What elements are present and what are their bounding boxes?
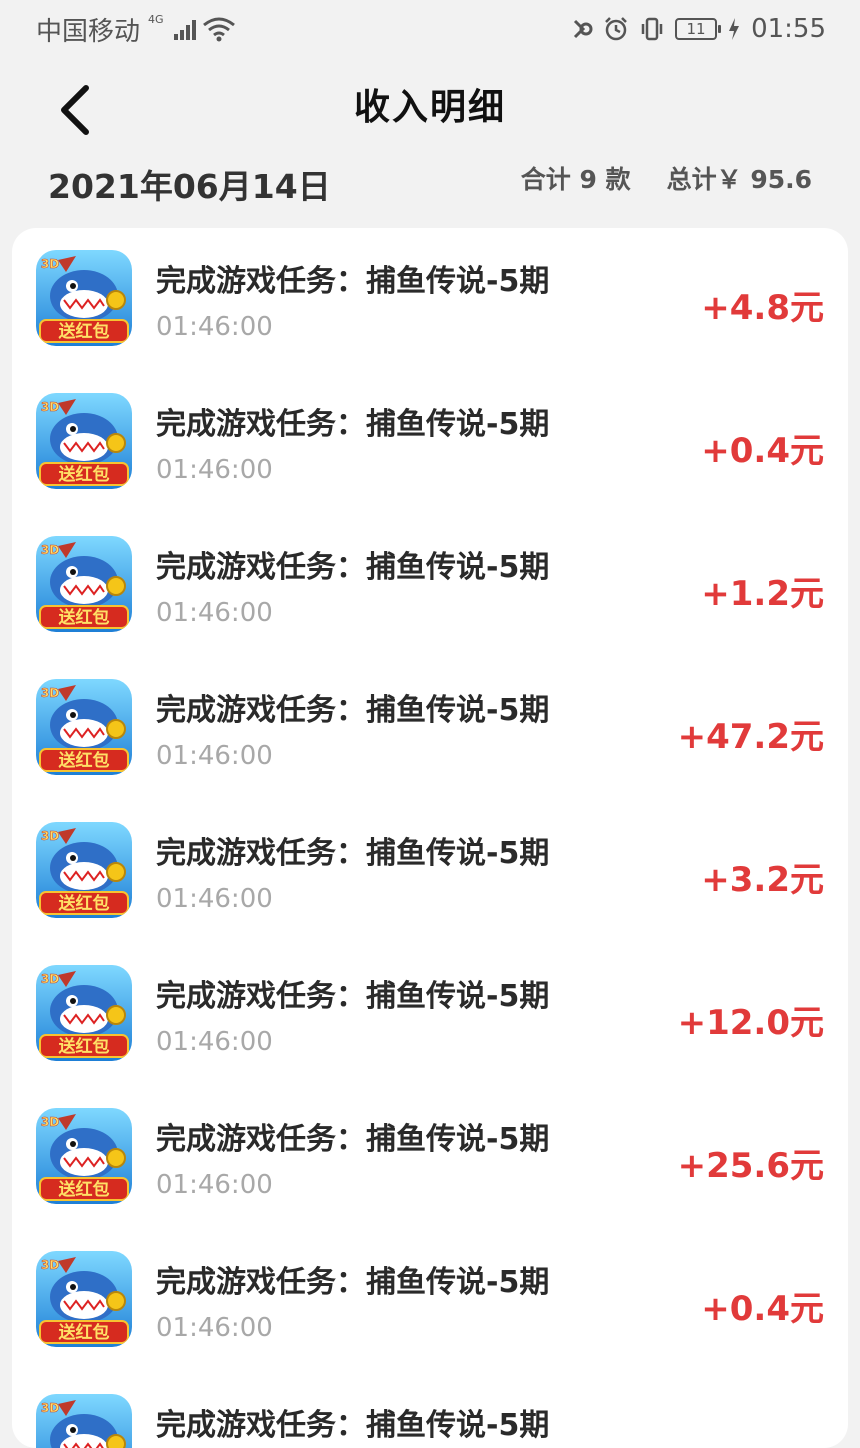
item-title: 完成游戏任务：捕鱼传说-5期 (156, 1408, 550, 1443)
icon-badge-text: 送红包 (59, 1179, 110, 1200)
icon-badge-text: 送红包 (59, 750, 110, 771)
item-amount: +3.2元 (701, 860, 824, 900)
item-amount: +12.0元 (677, 1003, 824, 1043)
item-title: 完成游戏任务：捕鱼传说-5期 (156, 693, 550, 728)
list-item[interactable]: 送红包 3D 完成游戏任务：捕鱼传说-5期 01:46:00 +25.6元 (12, 1086, 848, 1229)
item-time: 01:46:00 (156, 455, 273, 485)
battery-level: 11 (686, 20, 706, 38)
icon-tag-text: 3D (41, 829, 59, 843)
item-title: 完成游戏任务：捕鱼传说-5期 (156, 979, 550, 1014)
icon-tag-text: 3D (41, 1115, 59, 1129)
summary-date: 2021年06月14日 (48, 167, 331, 206)
item-amount: +4.8元 (701, 288, 824, 328)
item-title: 完成游戏任务：捕鱼传说-5期 (156, 264, 550, 299)
wifi-icon (202, 16, 236, 42)
game-app-icon: 送红包 3D (36, 965, 132, 1061)
item-time: 01:46:00 (156, 884, 273, 914)
status-bar: 中国移动 4G 11 01:55 (0, 0, 860, 58)
vibrate-icon (639, 16, 665, 42)
list-item[interactable]: 送红包 3D 完成游戏任务：捕鱼传说-5期 01:46:00 +1.2元 (12, 514, 848, 657)
summary-totals: 合计 9 款 总计￥ 95.6 (521, 160, 812, 196)
game-app-icon: 送红包 3D (36, 1251, 132, 1347)
nfc-icon (571, 17, 593, 41)
list-item[interactable]: 送红包 3D 完成游戏任务：捕鱼传说-5期 01:46:00 +0.4元 (12, 1229, 848, 1372)
summary-row: 2021年06月14日 合计 9 款 总计￥ 95.6 (0, 150, 860, 214)
carrier-name: 中国移动 (36, 16, 141, 47)
icon-tag-text: 3D (41, 543, 59, 557)
summary-count: 合计 9 款 (520, 165, 631, 194)
item-amount: +0.4元 (701, 1289, 824, 1329)
item-title: 完成游戏任务：捕鱼传说-5期 (156, 1265, 550, 1300)
item-title: 完成游戏任务：捕鱼传说-5期 (156, 1122, 550, 1157)
item-amount: +0.4元 (701, 431, 824, 471)
game-app-icon: 送红包 3D (36, 536, 132, 632)
icon-tag-text: 3D (41, 1258, 59, 1272)
icon-tag-text: 3D (41, 257, 59, 271)
icon-badge-text: 送红包 (59, 321, 110, 342)
list-item[interactable]: 送红包 3D 完成游戏任务：捕鱼传说-5期 (12, 1372, 848, 1448)
alarm-icon (603, 16, 629, 42)
list-item[interactable]: 送红包 3D 完成游戏任务：捕鱼传说-5期 01:46:00 +12.0元 (12, 943, 848, 1086)
page-title: 收入明细 (353, 87, 506, 128)
list-item[interactable]: 送红包 3D 完成游戏任务：捕鱼传说-5期 01:46:00 +3.2元 (12, 800, 848, 943)
icon-badge-text: 送红包 (59, 1322, 110, 1343)
game-app-icon: 送红包 3D (36, 250, 132, 346)
item-time: 01:46:00 (156, 1027, 273, 1057)
income-list: 送红包 3D 完成游戏任务：捕鱼传说-5期 01:46:00 +4.8元 送红包… (12, 228, 848, 1448)
item-amount: +47.2元 (677, 717, 824, 757)
charging-icon (727, 17, 741, 41)
list-item[interactable]: 送红包 3D 完成游戏任务：捕鱼传说-5期 01:46:00 +4.8元 (12, 228, 848, 371)
item-title: 完成游戏任务：捕鱼传说-5期 (156, 407, 550, 442)
game-app-icon: 送红包 3D (36, 393, 132, 489)
item-time: 01:46:00 (156, 312, 273, 342)
icon-badge-text: 送红包 (59, 607, 110, 628)
game-app-icon: 送红包 3D (36, 679, 132, 775)
icon-tag-text: 3D (41, 972, 59, 986)
icon-badge-text: 送红包 (59, 1036, 110, 1057)
status-left: 中国移动 4G (36, 11, 236, 48)
status-right: 11 01:55 (571, 14, 826, 44)
item-time: 01:46:00 (156, 1170, 273, 1200)
nav-bar: 收入明细 (0, 58, 860, 148)
network-type: 4G (148, 12, 164, 26)
item-time: 01:46:00 (156, 1313, 273, 1343)
icon-tag-text: 3D (41, 1401, 59, 1415)
icon-tag-text: 3D (41, 686, 59, 700)
item-amount: +1.2元 (701, 574, 824, 614)
item-title: 完成游戏任务：捕鱼传说-5期 (156, 836, 550, 871)
game-app-icon: 送红包 3D (36, 1108, 132, 1204)
game-app-icon: 送红包 3D (36, 822, 132, 918)
icon-tag-text: 3D (41, 400, 59, 414)
list-item[interactable]: 送红包 3D 完成游戏任务：捕鱼传说-5期 01:46:00 +47.2元 (12, 657, 848, 800)
icon-badge-text: 送红包 (59, 464, 110, 485)
item-amount: +25.6元 (677, 1146, 824, 1186)
signal-icon (173, 18, 196, 40)
summary-total: 总计￥ 95.6 (666, 165, 812, 194)
list-item[interactable]: 送红包 3D 完成游戏任务：捕鱼传说-5期 01:46:00 +0.4元 (12, 371, 848, 514)
clock: 01:55 (751, 14, 826, 44)
game-app-icon: 送红包 3D (36, 1394, 132, 1448)
battery-icon: 11 (675, 18, 722, 40)
item-time: 01:46:00 (156, 598, 273, 628)
item-time: 01:46:00 (156, 741, 273, 771)
item-title: 完成游戏任务：捕鱼传说-5期 (156, 550, 550, 585)
icon-badge-text: 送红包 (59, 893, 110, 914)
